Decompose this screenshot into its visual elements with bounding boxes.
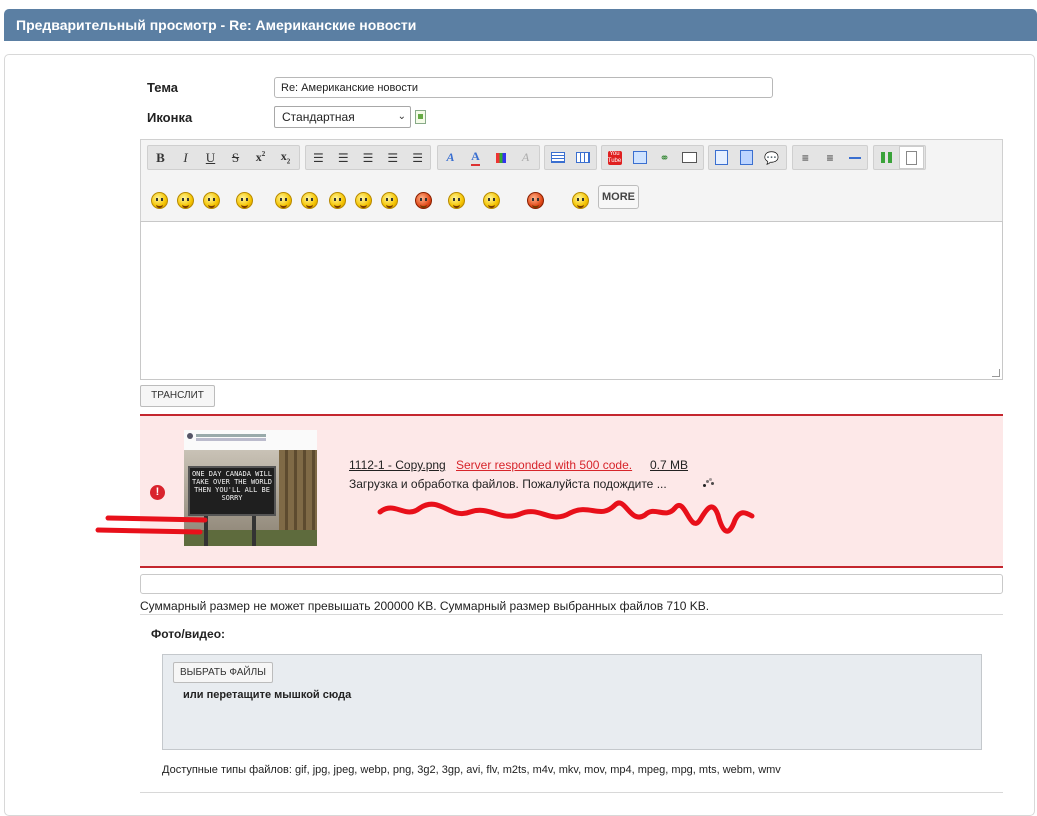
upload-thumbnail: ONE DAY CANADA WILL TAKE OVER THE WORLD …: [184, 430, 317, 546]
view-group: [873, 145, 926, 170]
bold-icon[interactable]: B: [148, 146, 173, 169]
translit-button[interactable]: ТРАНСЛИТ: [140, 385, 215, 407]
cool-icon[interactable]: [329, 192, 346, 209]
superscript-icon[interactable]: x2: [248, 146, 273, 169]
surprised-icon[interactable]: [301, 192, 318, 209]
fullscreen-icon[interactable]: [874, 146, 899, 169]
angry-icon[interactable]: [415, 192, 432, 209]
upload-filename[interactable]: 1112-1 - Copy.png: [349, 458, 446, 472]
email-icon[interactable]: [677, 146, 702, 169]
format-group: B I U S x2 x2: [147, 145, 300, 170]
insert-group: You Tube ⚭: [601, 145, 704, 170]
laugh-icon[interactable]: [203, 192, 220, 209]
paste-group: 💬: [708, 145, 787, 170]
grin-icon[interactable]: [572, 192, 589, 209]
smile-icon[interactable]: [151, 192, 168, 209]
justify-full-icon[interactable]: ☰: [405, 146, 430, 169]
choose-files-button[interactable]: ВЫБРАТЬ ФАЙЛЫ: [173, 662, 273, 683]
divider: [140, 614, 1003, 615]
thumbnail-sign: ONE DAY CANADA WILL TAKE OVER THE WORLD …: [188, 466, 276, 516]
resize-handle[interactable]: [992, 369, 1000, 377]
file-path-input[interactable]: [140, 574, 1003, 594]
align-group: ☰ ☰ ☰ ☰ ☰: [305, 145, 431, 170]
bg-color-icon[interactable]: [488, 146, 513, 169]
ordered-list-icon[interactable]: ≡: [818, 146, 843, 169]
file-drop-zone[interactable]: [162, 654, 982, 750]
source-icon[interactable]: [899, 146, 924, 169]
unordered-list-icon[interactable]: ≡: [793, 146, 818, 169]
subject-label: Тема: [147, 80, 179, 95]
image-icon[interactable]: [627, 146, 652, 169]
drop-hint-text: или перетащите мышкой сюда: [183, 689, 352, 701]
thumbnail-tweet-header: [184, 430, 317, 450]
subject-input[interactable]: [274, 77, 773, 98]
page-header: Предварительный просмотр - Re: Американс…: [4, 9, 1037, 41]
icon-select[interactable]: Стандартная ⌄: [274, 106, 411, 128]
devil-icon[interactable]: [527, 192, 544, 209]
youtube-icon[interactable]: You Tube: [602, 146, 627, 169]
paste-word-icon[interactable]: [734, 146, 759, 169]
subscript-icon[interactable]: x2: [273, 146, 298, 169]
font-group: A A A: [437, 145, 540, 170]
upload-file-size: 0.7 MB: [650, 458, 689, 472]
tongue-icon[interactable]: [355, 192, 372, 209]
chevron-down-icon: ⌄: [397, 111, 406, 122]
sad-icon[interactable]: [275, 192, 292, 209]
list-group: ≡ ≡: [792, 145, 868, 170]
upload-progress-text: Загрузка и обработка файлов. Пожалуйста …: [349, 477, 667, 491]
love-icon[interactable]: [483, 192, 500, 209]
font-color-icon[interactable]: A: [463, 146, 488, 169]
align-right-icon[interactable]: ☰: [356, 146, 381, 169]
table-icon[interactable]: [545, 146, 570, 169]
horizontal-rule-icon[interactable]: [842, 146, 867, 169]
quote-icon[interactable]: 💬: [759, 146, 784, 169]
icon-label: Иконка: [147, 110, 193, 125]
wink-icon[interactable]: [177, 192, 194, 209]
allowed-file-types: Доступные типы файлов: gif, jpg, jpeg, w…: [162, 764, 781, 776]
warning-icon: !: [150, 485, 165, 500]
thumbnail-sign-posts: [204, 516, 208, 546]
photo-video-label: Фото/видео:: [151, 627, 226, 641]
more-smilies-button[interactable]: MORE: [598, 185, 639, 209]
divider: [140, 792, 1003, 793]
crazy-icon[interactable]: [448, 192, 465, 209]
icon-select-value: Стандартная: [282, 110, 355, 124]
font-face-icon[interactable]: A: [438, 146, 463, 169]
page-title: Предварительный просмотр - Re: Американс…: [16, 17, 417, 33]
justify-icon[interactable]: ☰: [380, 146, 405, 169]
italic-icon[interactable]: I: [173, 146, 198, 169]
underline-icon[interactable]: U: [198, 146, 223, 169]
remove-format-icon[interactable]: A: [513, 146, 538, 169]
dance-icon[interactable]: [236, 192, 253, 209]
size-summary-text: Суммарный размер не может превышать 2000…: [140, 599, 710, 613]
align-left-icon[interactable]: ☰: [306, 146, 331, 169]
upload-error-message: Server responded with 500 code.: [456, 458, 633, 472]
table-group: [544, 145, 597, 170]
message-editor[interactable]: [140, 221, 1003, 380]
confused-icon[interactable]: [381, 192, 398, 209]
loading-spinner-icon: [703, 478, 715, 490]
paste-text-icon[interactable]: [709, 146, 734, 169]
align-center-icon[interactable]: ☰: [331, 146, 356, 169]
post-icon-preview-icon: [415, 110, 426, 124]
link-icon[interactable]: ⚭: [652, 146, 677, 169]
table-props-icon[interactable]: [570, 146, 595, 169]
strikethrough-icon[interactable]: S: [223, 146, 248, 169]
